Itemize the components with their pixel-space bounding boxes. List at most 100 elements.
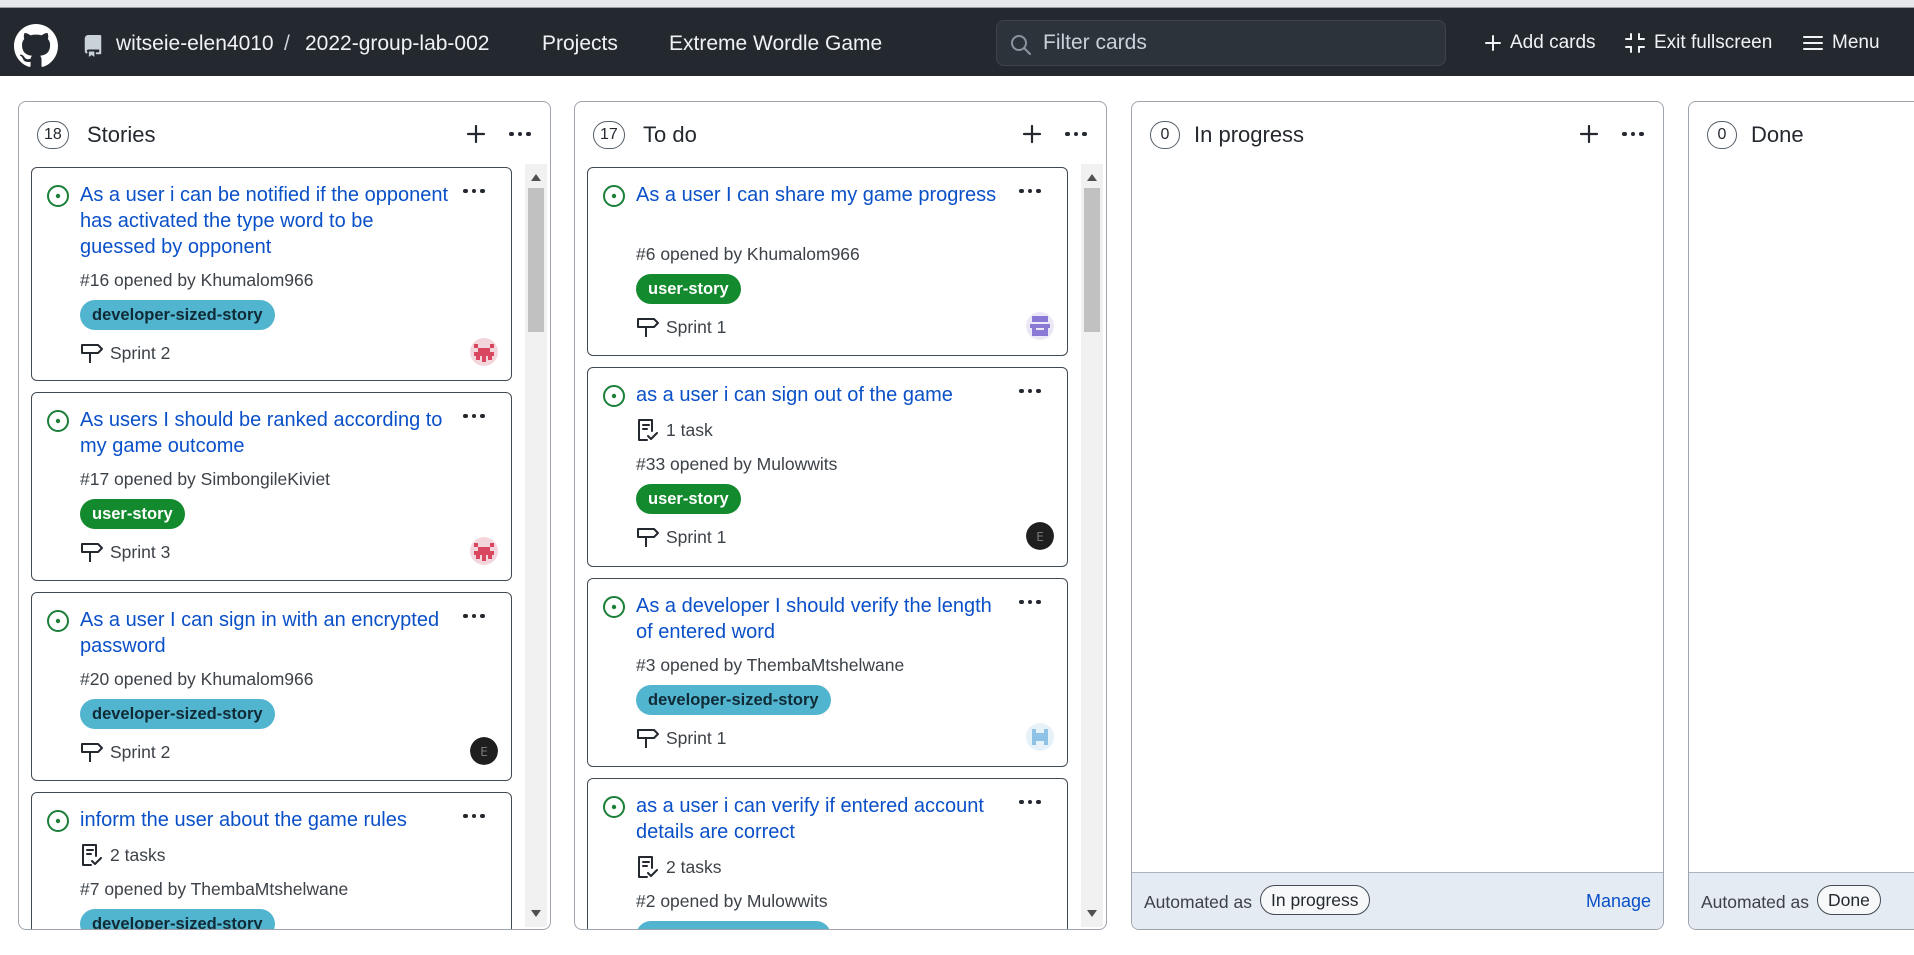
scroll-up-arrow-icon[interactable] xyxy=(531,174,541,181)
automation-text: Automated as xyxy=(1701,892,1809,912)
breadcrumb-repo-link[interactable]: 2022-group-lab-002 xyxy=(305,32,489,56)
breadcrumb-owner-link[interactable]: witseie-elen4010 xyxy=(116,32,274,56)
issue-card[interactable]: As a user i can be notified if the oppon… xyxy=(31,167,512,381)
label-badge[interactable]: developer-sized-story xyxy=(80,699,275,729)
avatar[interactable] xyxy=(1026,723,1054,751)
add-cards-button[interactable]: Add cards xyxy=(1484,32,1596,54)
milestone[interactable]: Sprint 3 xyxy=(80,541,170,563)
column-add-card-button[interactable] xyxy=(461,119,491,149)
milestone[interactable]: Sprint 1 xyxy=(636,526,726,548)
card-options-button[interactable] xyxy=(454,601,494,631)
issue-meta: #6 opened by Khumalom966 xyxy=(636,244,860,264)
manage-automation-link[interactable]: Manage xyxy=(1586,891,1651,912)
kebab-menu-icon xyxy=(1019,188,1041,194)
issue-title-link[interactable]: inform the user about the game rules xyxy=(80,807,450,833)
kebab-menu-icon xyxy=(463,813,485,819)
task-progress[interactable]: 1 task xyxy=(636,418,713,442)
milestone[interactable]: Sprint 1 xyxy=(636,727,726,749)
card-options-button[interactable] xyxy=(1010,376,1050,406)
column-options-button[interactable] xyxy=(1059,119,1093,149)
issue-card[interactable]: As a user I can share my game progress #… xyxy=(587,167,1068,356)
column-header: 18 Stories xyxy=(19,102,550,164)
hamburger-menu-icon xyxy=(1803,36,1823,50)
search-icon xyxy=(1011,35,1031,55)
kebab-menu-icon xyxy=(1019,388,1041,394)
label-badge[interactable]: developer-sized-story xyxy=(80,300,275,330)
automation-text: Automated as xyxy=(1144,892,1252,912)
label-badge[interactable]: developer-sized-story xyxy=(636,921,831,929)
issue-title-link[interactable]: As a developer I should verify the lengt… xyxy=(636,593,1006,645)
issue-card[interactable]: inform the user about the game rules 2 t… xyxy=(31,792,512,929)
issue-card[interactable]: As users I should be ranked according to… xyxy=(31,392,512,581)
issue-card[interactable]: as a user i can sign out of the game 1 t… xyxy=(587,367,1068,567)
avatar[interactable] xyxy=(1026,312,1054,340)
issue-open-icon xyxy=(603,185,625,207)
label-badge[interactable]: developer-sized-story xyxy=(80,909,275,929)
avatar[interactable] xyxy=(470,338,498,366)
column-header: 0 Done xyxy=(1689,102,1914,164)
exit-fullscreen-button[interactable]: Exit fullscreen xyxy=(1624,32,1772,54)
window-top-strip xyxy=(0,0,1914,8)
filter-cards-box[interactable] xyxy=(996,20,1446,66)
avatar[interactable]: E xyxy=(470,737,498,765)
card-options-button[interactable] xyxy=(1010,587,1050,617)
issue-title-link[interactable]: As a user I can sign in with an encrypte… xyxy=(80,607,450,659)
project-name-link[interactable]: Extreme Wordle Game xyxy=(669,32,882,56)
column-card-count: 18 xyxy=(37,121,69,149)
plus-icon xyxy=(1022,124,1042,144)
card-options-button[interactable] xyxy=(454,801,494,831)
exit-fullscreen-icon xyxy=(1625,33,1645,53)
milestone[interactable]: Sprint 2 xyxy=(80,741,170,763)
column-options-button[interactable] xyxy=(1616,119,1650,149)
menu-button[interactable]: Menu xyxy=(1802,32,1880,54)
repo-icon xyxy=(84,35,102,57)
card-options-button[interactable] xyxy=(1010,176,1050,206)
label-badge[interactable]: user-story xyxy=(636,274,741,304)
projects-link[interactable]: Projects xyxy=(542,32,618,56)
issue-title-link[interactable]: as a user i can verify if entered accoun… xyxy=(636,793,1006,845)
milestone-label: Sprint 1 xyxy=(666,316,727,337)
column-in-progress: 0 In progress Automated as In progress M… xyxy=(1131,101,1664,930)
scroll-down-arrow-icon[interactable] xyxy=(1087,910,1097,917)
task-progress[interactable]: 2 tasks xyxy=(636,855,721,879)
scroll-up-arrow-icon[interactable] xyxy=(1087,174,1097,181)
issue-title-link[interactable]: As a user I can share my game progress xyxy=(636,182,1006,208)
issue-card[interactable]: as a user i can verify if entered accoun… xyxy=(587,778,1068,929)
column-options-button[interactable] xyxy=(503,119,537,149)
milestone-icon xyxy=(81,543,103,562)
breadcrumb-separator: / xyxy=(284,32,290,55)
column-add-card-button[interactable] xyxy=(1574,119,1604,149)
milestone-label: Sprint 3 xyxy=(110,541,171,562)
card-options-button[interactable] xyxy=(1010,787,1050,817)
github-logo-icon[interactable] xyxy=(14,24,58,68)
task-count: 2 tasks xyxy=(666,856,722,877)
label-badge[interactable]: developer-sized-story xyxy=(636,685,831,715)
issue-card[interactable]: As a user I can sign in with an encrypte… xyxy=(31,592,512,781)
issue-title-link[interactable]: As a user i can be notified if the oppon… xyxy=(80,182,450,260)
automation-preset-badge: Done xyxy=(1817,885,1881,915)
card-options-button[interactable] xyxy=(454,401,494,431)
scroll-down-arrow-icon[interactable] xyxy=(531,910,541,917)
label-badge[interactable]: user-story xyxy=(636,484,741,514)
issue-title-link[interactable]: As users I should be ranked according to… xyxy=(80,407,450,459)
card-options-button[interactable] xyxy=(454,176,494,206)
issue-open-icon xyxy=(47,185,69,207)
milestone[interactable]: Sprint 1 xyxy=(636,316,726,338)
scrollbar-thumb[interactable] xyxy=(528,188,544,332)
filter-cards-input[interactable] xyxy=(1043,21,1433,65)
column-scrollbar[interactable] xyxy=(1081,164,1103,927)
task-progress[interactable]: 2 tasks xyxy=(80,843,165,867)
issue-card[interactable]: As a developer I should verify the lengt… xyxy=(587,578,1068,767)
label-badge[interactable]: user-story xyxy=(80,499,185,529)
column-add-card-button[interactable] xyxy=(1017,119,1047,149)
column-title: Done xyxy=(1751,122,1804,147)
milestone[interactable]: Sprint 2 xyxy=(80,342,170,364)
milestone-label: Sprint 2 xyxy=(110,741,171,762)
avatar[interactable] xyxy=(470,537,498,565)
column-scrollbar[interactable] xyxy=(525,164,547,927)
scrollbar-thumb[interactable] xyxy=(1084,188,1100,332)
add-cards-label: Add cards xyxy=(1510,32,1596,53)
avatar[interactable]: E xyxy=(1026,522,1054,550)
issue-title-link[interactable]: as a user i can sign out of the game xyxy=(636,382,1006,408)
column-automation-footer: Automated as In progress Manage xyxy=(1132,872,1663,929)
